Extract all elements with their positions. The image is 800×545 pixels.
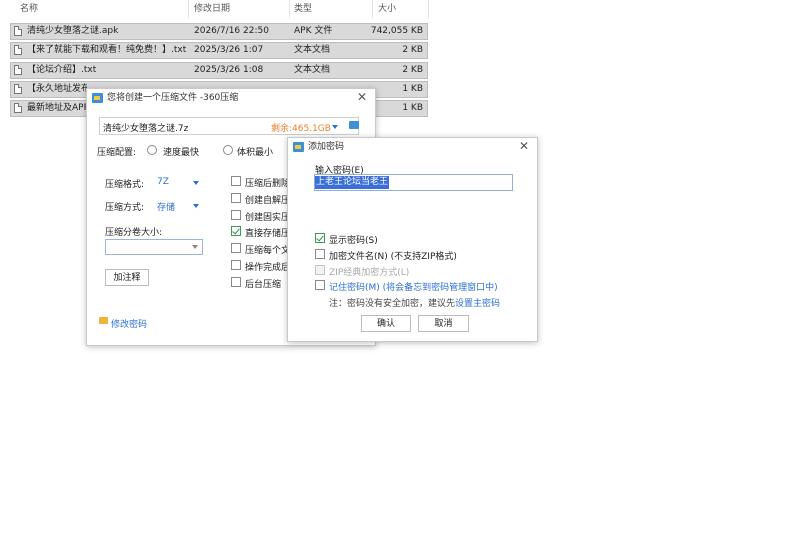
checkbox-direct-store[interactable] <box>231 226 241 236</box>
checkbox-solid[interactable] <box>231 210 241 220</box>
column-date[interactable]: 修改日期 <box>194 0 230 18</box>
column-size[interactable]: 大小 <box>378 0 396 18</box>
compress-dialog-title: 您将创建一个压缩文件 -360压缩 <box>107 93 239 103</box>
checkbox-label: 创建自解压 <box>245 196 291 206</box>
file-date: 2026/7/16 22:50 <box>194 26 269 36</box>
method-select[interactable]: 存储 <box>157 200 175 213</box>
chevron-down-icon[interactable] <box>332 125 338 129</box>
checkbox-label: 直接存储压 <box>245 229 291 239</box>
file-size: 2 KB <box>402 45 423 55</box>
file-size: 2 KB <box>402 65 423 75</box>
split-size-select[interactable] <box>105 239 203 255</box>
split-size-label: 压缩分卷大小: <box>105 228 163 238</box>
file-name: 清纯少女堕落之谜.apk <box>27 26 119 36</box>
password-dialog: 添加密码 ✕ 输入密码(E) 上老王论坛当老王 显示密码(S) 加密文件名(N)… <box>287 137 538 342</box>
radio-smallest[interactable] <box>223 145 233 155</box>
chevron-down-icon[interactable] <box>193 181 199 185</box>
confirm-button[interactable]: 确认 <box>361 315 411 332</box>
column-divider[interactable] <box>188 0 189 18</box>
column-type[interactable]: 类型 <box>294 0 312 18</box>
folder-icon[interactable] <box>349 121 359 129</box>
file-icon <box>14 45 22 55</box>
file-icon <box>14 103 22 113</box>
security-note: 注：密码没有安全加密，建议先设置主密码 <box>329 296 500 309</box>
archive-app-icon <box>293 142 304 152</box>
column-divider[interactable] <box>289 0 290 18</box>
file-date: 2025/3/26 1:08 <box>194 65 264 75</box>
radio-smallest-label: 体积最小 <box>237 148 274 158</box>
add-comment-button[interactable]: 加注释 <box>105 269 149 286</box>
checkbox-label: 操作完成后 <box>245 263 291 273</box>
file-icon <box>14 26 22 36</box>
close-icon[interactable]: ✕ <box>517 139 531 153</box>
file-type: 文本文档 <box>294 45 331 55</box>
format-select[interactable]: 7Z <box>157 177 169 187</box>
encrypt-names-label: 加密文件名(N) (不支持ZIP格式) <box>329 252 457 262</box>
chevron-down-icon <box>192 245 198 249</box>
file-name: 最新地址及APP <box>27 103 87 113</box>
set-master-password-link[interactable]: 设置主密码 <box>455 299 500 309</box>
file-size: 1 KB <box>402 84 423 94</box>
file-type: 文本文档 <box>294 65 331 75</box>
file-size: 1 KB <box>402 103 423 113</box>
file-name: 【论坛介绍】.txt <box>27 65 97 75</box>
checkbox-show-password[interactable] <box>315 233 325 243</box>
checkbox-label: 压缩每个文 <box>245 246 291 256</box>
security-note-text: 注：密码没有安全加密，建议先 <box>329 299 456 309</box>
password-input[interactable]: 上老王论坛当老王 <box>314 174 513 191</box>
checkbox-label: 压缩后删除 <box>245 179 291 189</box>
file-icon <box>14 65 22 75</box>
file-name: 【永久地址发布 <box>27 84 87 94</box>
show-password-label: 显示密码(S) <box>329 236 378 246</box>
free-space-label: 剩余:465.1GB <box>271 124 331 134</box>
cancel-button[interactable]: 取消 <box>418 315 469 332</box>
password-dialog-title: 添加密码 <box>308 142 345 152</box>
file-size: 742,055 KB <box>370 26 423 36</box>
password-value: 上老王论坛当老王 <box>315 176 390 189</box>
zip-classic-label: ZIP经典加密方式(L) <box>329 268 410 278</box>
checkbox-background[interactable] <box>231 277 241 287</box>
file-type: APK 文件 <box>294 26 333 36</box>
file-row[interactable]: 【论坛介绍】.txt 2025/3/26 1:08 文本文档 2 KB <box>10 62 428 79</box>
radio-fastest-label: 速度最快 <box>163 148 200 158</box>
remember-password-label: 记住密码(M) (将会备忘到密码管理窗口中) <box>329 283 498 293</box>
column-name[interactable]: 名称 <box>20 0 38 18</box>
checkbox-delete-after[interactable] <box>231 176 241 186</box>
radio-fastest[interactable] <box>147 145 157 155</box>
checkbox-label: 创建固实压 <box>245 213 291 223</box>
lock-icon <box>99 317 108 324</box>
archive-name: 清纯少女堕落之谜.7z <box>103 124 189 134</box>
file-row[interactable]: 清纯少女堕落之谜.apk 2026/7/16 22:50 APK 文件 742,… <box>10 23 428 40</box>
sort-up-icon: ^ <box>98 0 106 7</box>
password-dialog-titlebar[interactable]: 添加密码 ✕ <box>288 138 537 156</box>
chevron-down-icon[interactable] <box>193 204 199 208</box>
change-password-link[interactable]: 修改密码 <box>111 317 147 330</box>
column-divider[interactable] <box>428 0 429 18</box>
format-label: 压缩格式: <box>105 180 145 190</box>
file-name: 【来了就能下载和观看！纯免费！】.txt <box>27 45 187 55</box>
checkbox-encrypt-names[interactable] <box>315 249 325 259</box>
archive-path-field[interactable]: 清纯少女堕落之谜.7z 剩余:465.1GB <box>99 117 359 135</box>
method-label: 压缩方式: <box>105 203 145 213</box>
checkbox-label: 后台压缩 <box>245 280 282 290</box>
checkbox-each-file[interactable] <box>231 243 241 253</box>
archive-app-icon <box>92 93 103 103</box>
column-divider[interactable] <box>372 0 373 18</box>
compress-config-label: 压缩配置: <box>97 148 137 158</box>
file-icon <box>14 84 22 94</box>
checkbox-after-done[interactable] <box>231 260 241 270</box>
checkbox-self-extract[interactable] <box>231 193 241 203</box>
close-icon[interactable]: ✕ <box>355 90 369 104</box>
checkbox-zip-classic[interactable] <box>315 265 325 275</box>
file-row[interactable]: 【来了就能下载和观看！纯免费！】.txt 2025/3/26 1:07 文本文档… <box>10 42 428 59</box>
file-date: 2025/3/26 1:07 <box>194 45 264 55</box>
checkbox-remember-password[interactable] <box>315 280 325 290</box>
compress-dialog-titlebar[interactable]: 您将创建一个压缩文件 -360压缩 ✕ <box>87 89 375 107</box>
